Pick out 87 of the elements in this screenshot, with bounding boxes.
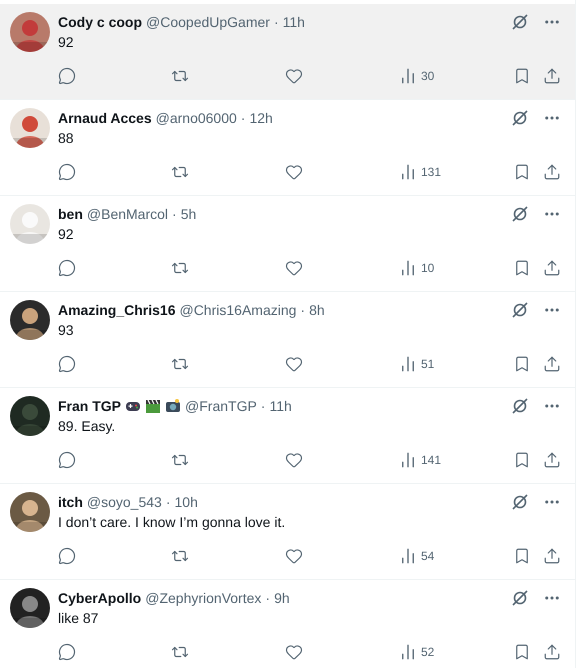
bookmark-icon[interactable]	[513, 451, 531, 469]
author-name[interactable]: Cody c coop	[58, 14, 142, 30]
views-button[interactable]: 141	[399, 451, 442, 469]
share-icon[interactable]	[543, 451, 561, 469]
share-icon[interactable]	[543, 259, 561, 277]
author-name[interactable]: itch	[58, 494, 83, 510]
author-name[interactable]: Amazing_Chris16	[58, 302, 176, 318]
bookmark-icon[interactable]	[513, 547, 531, 565]
views-button[interactable]: 131	[399, 163, 442, 181]
like-icon[interactable]	[285, 259, 303, 277]
author-name[interactable]: CyberApollo	[58, 590, 142, 606]
reply-icon[interactable]	[58, 643, 76, 661]
like-icon[interactable]	[285, 547, 303, 565]
separator-dot: ·	[300, 302, 306, 318]
author-handle[interactable]: @Chris16Amazing	[179, 302, 296, 318]
post-time[interactable]: 12h	[249, 110, 273, 126]
reply-card[interactable]: Cody c coop @CoopedUpGamer · 11h 92 30	[0, 4, 575, 100]
share-icon[interactable]	[543, 163, 561, 181]
bookmark-icon[interactable]	[513, 259, 531, 277]
reply-text: 92	[58, 34, 75, 50]
views-button[interactable]: 54	[399, 547, 434, 565]
reply-text: 93	[58, 322, 75, 338]
reply-icon[interactable]	[58, 163, 76, 181]
post-time[interactable]: 11h	[282, 14, 305, 30]
views-button[interactable]: 10	[399, 259, 434, 277]
reply-icon[interactable]	[58, 355, 76, 373]
like-icon[interactable]	[285, 67, 303, 85]
like-icon[interactable]	[285, 163, 303, 181]
author-handle[interactable]: @FranTGP	[185, 398, 257, 414]
post-time[interactable]: 5h	[180, 206, 196, 222]
reply-text: 89. Easy.	[58, 418, 116, 434]
camera-icon	[165, 398, 182, 414]
author-handle[interactable]: @soyo_543	[86, 494, 162, 510]
reply-icon[interactable]	[58, 67, 76, 85]
views-button[interactable]: 30	[399, 67, 434, 85]
grok-icon[interactable]	[511, 397, 529, 415]
share-icon[interactable]	[543, 355, 561, 373]
grok-icon[interactable]	[511, 493, 529, 511]
bar-chart-icon[interactable]	[399, 259, 417, 277]
author-name[interactable]: ben	[58, 206, 83, 222]
reply-text: like 87	[58, 610, 100, 626]
separator-dot: ·	[240, 110, 246, 126]
reply-text: 92	[58, 226, 75, 242]
separator-dot: ·	[166, 494, 170, 510]
share-icon[interactable]	[543, 547, 561, 565]
post-time[interactable]: 11h	[269, 398, 292, 414]
share-icon[interactable]	[543, 643, 561, 661]
clapperboard-icon	[145, 398, 162, 414]
bar-chart-icon[interactable]	[399, 451, 417, 469]
share-icon[interactable]	[543, 67, 561, 85]
bookmark-icon[interactable]	[513, 643, 531, 661]
views-button[interactable]: 52	[399, 643, 434, 661]
grok-icon[interactable]	[511, 13, 529, 31]
bookmark-icon[interactable]	[513, 355, 531, 373]
post-time[interactable]: 9h	[274, 590, 290, 606]
bar-chart-icon[interactable]	[399, 547, 417, 565]
author-handle[interactable]: @BenMarcol	[86, 206, 168, 222]
reply-text: I don’t care. I know I’m gonna love it.	[58, 514, 286, 530]
author-name[interactable]: Fran TGP	[58, 398, 122, 414]
separator-dot: ·	[265, 590, 270, 606]
reply-icon[interactable]	[58, 259, 76, 277]
author-handle[interactable]: @CoopedUpGamer	[146, 14, 270, 30]
post-time[interactable]: 10h	[174, 494, 198, 510]
separator-dot: ·	[260, 398, 266, 414]
bookmark-icon[interactable]	[513, 163, 531, 181]
views-button[interactable]: 51	[399, 355, 434, 373]
like-icon[interactable]	[285, 643, 303, 661]
author-handle[interactable]: @ZephyrionVortex	[145, 590, 262, 606]
author-handle[interactable]: @arno06000	[156, 110, 237, 126]
reply-icon[interactable]	[58, 451, 76, 469]
reply-icon[interactable]	[58, 547, 76, 565]
like-icon[interactable]	[285, 355, 303, 373]
grok-icon[interactable]	[511, 301, 529, 319]
bar-chart-icon[interactable]	[399, 67, 417, 85]
separator-dot: ·	[274, 14, 279, 30]
grok-icon[interactable]	[511, 109, 529, 127]
bar-chart-icon[interactable]	[399, 643, 417, 661]
like-icon[interactable]	[285, 451, 303, 469]
bookmark-icon[interactable]	[513, 67, 531, 85]
bar-chart-icon[interactable]	[399, 355, 417, 373]
grok-icon[interactable]	[511, 205, 529, 223]
post-time[interactable]: 8h	[309, 302, 325, 318]
bar-chart-icon[interactable]	[399, 163, 417, 181]
reply-text: 88	[58, 130, 75, 146]
grok-icon[interactable]	[511, 589, 529, 607]
author-name[interactable]: Arnaud Acces	[58, 110, 152, 126]
separator-dot: ·	[172, 206, 177, 222]
